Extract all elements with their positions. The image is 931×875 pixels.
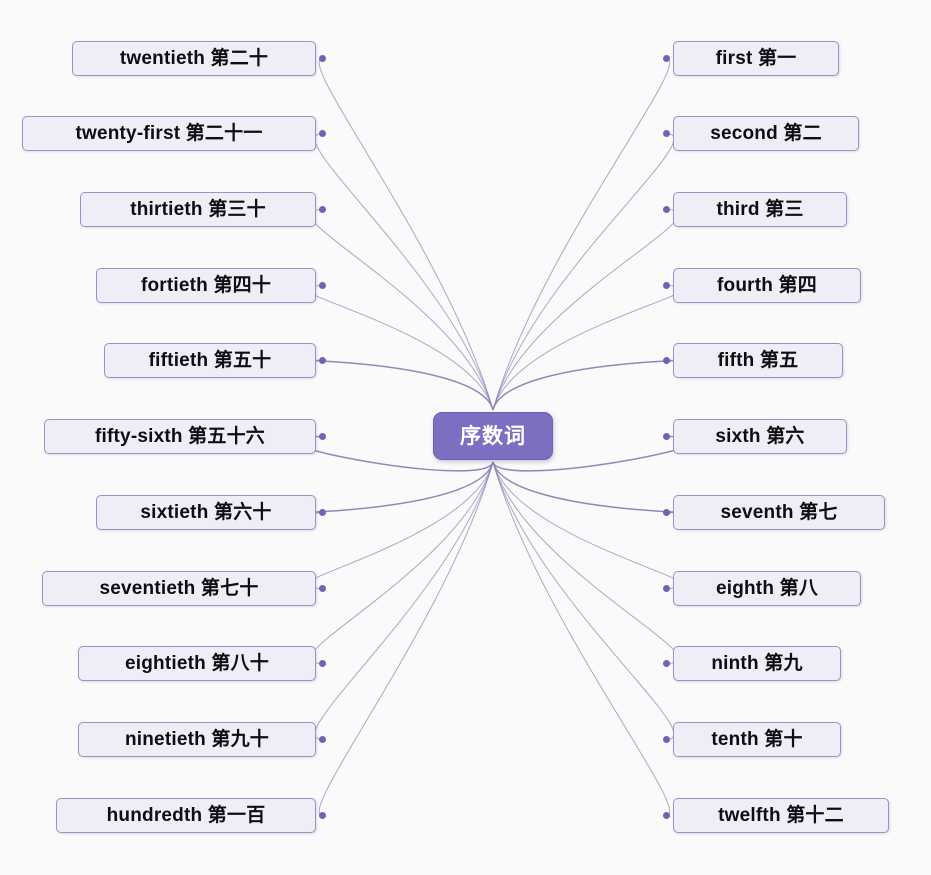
left-node-sixtieth[interactable]: sixtieth 第六十 xyxy=(96,495,316,530)
right-node-second[interactable]: second 第二 xyxy=(673,116,859,151)
left-edge-8 xyxy=(309,461,494,664)
left-node-hundredth[interactable]: hundredth 第一百 xyxy=(56,798,316,833)
left-edge-4 xyxy=(298,359,494,411)
left-edge-3 xyxy=(304,285,494,411)
node-label: eightieth 第八十 xyxy=(124,653,270,674)
right-edge-0 xyxy=(492,58,671,411)
node-label: hundredth 第一百 xyxy=(106,805,266,826)
left-node-thirtieth[interactable]: thirtieth 第三十 xyxy=(80,192,316,227)
right-node-first[interactable]: first 第一 xyxy=(673,41,839,76)
node-label: twentieth 第二十 xyxy=(119,48,269,69)
left-edge-9 xyxy=(314,461,494,740)
left-edge-6 xyxy=(298,461,494,514)
node-label: seventh 第七 xyxy=(720,502,838,523)
connector-dot-icon xyxy=(319,812,326,819)
connector-dot-icon xyxy=(319,660,326,667)
node-label: twelfth 第十二 xyxy=(718,805,844,826)
connector-dot-icon xyxy=(319,357,326,364)
node-label: first 第一 xyxy=(715,48,797,69)
connector-dot-icon xyxy=(319,55,326,62)
left-node-fiftieth[interactable]: fiftieth 第五十 xyxy=(104,343,316,378)
left-node-fifty-sixth[interactable]: fifty-sixth 第五十六 xyxy=(44,419,316,454)
connector-dot-icon xyxy=(663,55,670,62)
node-label: sixtieth 第六十 xyxy=(140,502,272,523)
node-label: fifth 第五 xyxy=(717,350,799,371)
connector-dot-icon xyxy=(663,660,670,667)
right-edge-3 xyxy=(492,285,685,411)
node-label: tenth 第十 xyxy=(711,729,803,750)
connector-dot-icon xyxy=(319,433,326,440)
right-node-eighth[interactable]: eighth 第八 xyxy=(673,571,861,606)
right-node-seventh[interactable]: seventh 第七 xyxy=(673,495,885,530)
node-label: fourth 第四 xyxy=(717,275,817,296)
left-node-twentieth[interactable]: twentieth 第二十 xyxy=(72,41,316,76)
connector-dot-icon xyxy=(319,206,326,213)
connector-dot-icon xyxy=(663,812,670,819)
node-label: twenty-first 第二十一 xyxy=(75,123,263,144)
connector-dot-icon xyxy=(663,433,670,440)
node-label: sixth 第六 xyxy=(715,426,805,447)
connector-dot-icon xyxy=(663,282,670,289)
left-edge-0 xyxy=(318,58,494,411)
node-label: ninetieth 第九十 xyxy=(124,729,270,750)
right-edge-7 xyxy=(492,461,685,589)
right-edge-1 xyxy=(492,133,675,411)
right-edge-10 xyxy=(492,461,671,816)
left-node-fortieth[interactable]: fortieth 第四十 xyxy=(96,268,316,303)
right-node-fifth[interactable]: fifth 第五 xyxy=(673,343,843,378)
center-node-label: 序数词 xyxy=(460,424,526,448)
left-node-seventieth[interactable]: seventieth 第七十 xyxy=(42,571,316,606)
node-label: second 第二 xyxy=(710,123,822,144)
node-label: eighth 第八 xyxy=(715,578,819,599)
left-edge-7 xyxy=(304,461,494,589)
left-node-eightieth[interactable]: eightieth 第八十 xyxy=(78,646,316,681)
center-node[interactable]: 序数词 xyxy=(433,412,553,460)
connector-dot-icon xyxy=(319,509,326,516)
connector-dot-icon xyxy=(663,509,670,516)
left-edge-10 xyxy=(318,461,494,816)
connector-dot-icon xyxy=(663,736,670,743)
node-label: seventieth 第七十 xyxy=(99,578,259,599)
left-edge-1 xyxy=(314,133,494,411)
connector-dot-icon xyxy=(663,206,670,213)
right-node-third[interactable]: third 第三 xyxy=(673,192,847,227)
left-edge-2 xyxy=(309,209,494,411)
node-label: fifty-sixth 第五十六 xyxy=(95,426,265,447)
right-node-fourth[interactable]: fourth 第四 xyxy=(673,268,861,303)
right-node-tenth[interactable]: tenth 第十 xyxy=(673,722,841,757)
left-node-ninetieth[interactable]: ninetieth 第九十 xyxy=(78,722,316,757)
right-edge-6 xyxy=(492,461,691,514)
node-label: third 第三 xyxy=(716,199,804,220)
right-node-ninth[interactable]: ninth 第九 xyxy=(673,646,841,681)
connector-dot-icon xyxy=(663,357,670,364)
right-edge-4 xyxy=(492,359,691,411)
right-edge-2 xyxy=(492,209,680,411)
node-label: fiftieth 第五十 xyxy=(148,350,272,371)
right-edge-9 xyxy=(492,461,675,740)
left-node-twenty-first[interactable]: twenty-first 第二十一 xyxy=(22,116,316,151)
mind-map-canvas: twentieth 第二十 twenty-first 第二十一 thirtieth … xyxy=(0,0,931,875)
connector-dot-icon xyxy=(319,282,326,289)
connector-dot-icon xyxy=(663,585,670,592)
node-label: fortieth 第四十 xyxy=(140,275,272,296)
connector-dot-icon xyxy=(319,130,326,137)
connector-dot-icon xyxy=(319,736,326,743)
right-node-sixth[interactable]: sixth 第六 xyxy=(673,419,847,454)
connector-dot-icon xyxy=(663,130,670,137)
node-label: ninth 第九 xyxy=(711,653,803,674)
right-node-twelfth[interactable]: twelfth 第十二 xyxy=(673,798,889,833)
connector-dot-icon xyxy=(319,585,326,592)
right-edge-8 xyxy=(492,461,680,664)
node-label: thirtieth 第三十 xyxy=(130,199,266,220)
